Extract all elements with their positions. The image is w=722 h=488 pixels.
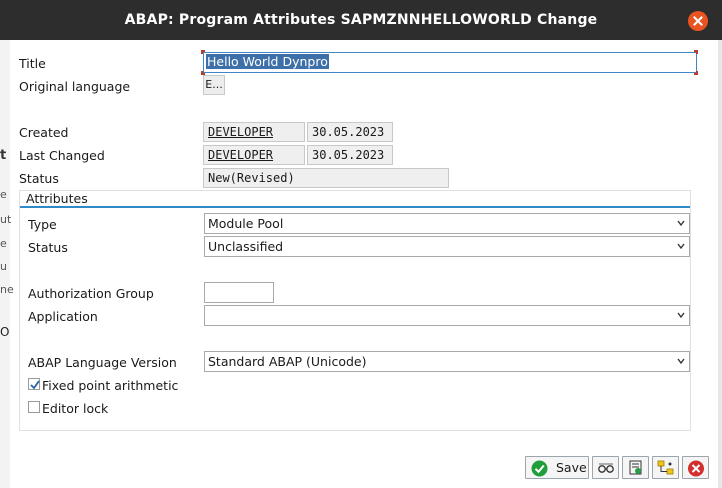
background-text-fragment: ut bbox=[0, 213, 12, 226]
abap-version-label: ABAP Language Version bbox=[28, 355, 177, 370]
created-date-field: 30.05.2023 bbox=[307, 122, 393, 142]
input-focus-corner bbox=[694, 71, 698, 75]
attributes-heading: Attributes bbox=[26, 191, 88, 206]
close-icon[interactable] bbox=[688, 11, 708, 31]
background-text-fragment: e bbox=[0, 237, 7, 250]
created-label: Created bbox=[19, 125, 69, 140]
window-titlebar: ABAP: Program Attributes SAPMZNNHELLOWOR… bbox=[0, 0, 722, 40]
cancel-button[interactable] bbox=[682, 456, 709, 479]
background-text-fragment: t bbox=[0, 148, 7, 163]
cancel-icon bbox=[688, 460, 704, 477]
title-label: Title bbox=[19, 56, 46, 71]
application-label: Application bbox=[28, 309, 98, 324]
status-field: New(Revised) bbox=[203, 168, 449, 188]
abap-version-dropdown-value: Standard ABAP (Unicode) bbox=[208, 354, 367, 369]
chevron-down-icon bbox=[677, 312, 685, 319]
program-status-label: Status bbox=[28, 240, 68, 255]
display-object-button[interactable] bbox=[622, 456, 649, 479]
object-tree-button[interactable] bbox=[652, 456, 679, 479]
type-dropdown[interactable]: Module Pool bbox=[204, 213, 690, 234]
background-text-fragment: O bbox=[0, 325, 10, 339]
application-dropdown[interactable] bbox=[204, 305, 690, 326]
editor-lock-label: Editor lock bbox=[42, 401, 109, 416]
abap-version-dropdown[interactable]: Standard ABAP (Unicode) bbox=[204, 351, 690, 372]
dialog-right-frame bbox=[718, 40, 722, 488]
background-text-fragment: ne bbox=[0, 283, 14, 296]
chevron-down-icon bbox=[677, 243, 685, 250]
glasses-icon bbox=[598, 463, 614, 473]
type-dropdown-value: Module Pool bbox=[208, 216, 284, 231]
last-changed-date-field: 30.05.2023 bbox=[307, 145, 393, 165]
save-button[interactable]: Save bbox=[525, 456, 589, 479]
fixed-point-label: Fixed point arithmetic bbox=[42, 378, 179, 393]
background-text-fragment: e bbox=[0, 188, 7, 201]
display-object-icon bbox=[629, 460, 642, 475]
program-status-dropdown[interactable]: Unclassified bbox=[204, 236, 690, 257]
original-language-field[interactable]: E... bbox=[203, 75, 225, 95]
fixed-point-checkbox[interactable] bbox=[28, 378, 40, 390]
status-label: Status bbox=[19, 171, 59, 186]
authorization-group-input[interactable] bbox=[204, 282, 274, 303]
object-tree-icon bbox=[657, 460, 674, 475]
last-changed-label: Last Changed bbox=[19, 148, 105, 163]
created-user-field[interactable]: DEVELOPER bbox=[203, 122, 305, 142]
input-focus-corner bbox=[201, 50, 205, 54]
last-changed-user-field[interactable]: DEVELOPER bbox=[203, 145, 305, 165]
original-language-label: Original language bbox=[19, 79, 131, 94]
input-focus-corner bbox=[694, 50, 698, 54]
chevron-down-icon bbox=[677, 358, 685, 365]
title-input[interactable]: Hello World Dynpro bbox=[203, 52, 697, 73]
title-input-value: Hello World Dynpro bbox=[206, 54, 329, 69]
editor-lock-checkbox[interactable] bbox=[28, 401, 40, 413]
type-label: Type bbox=[28, 217, 57, 232]
authorization-group-label: Authorization Group bbox=[28, 286, 154, 301]
save-button-label: Save bbox=[556, 460, 587, 475]
check-button[interactable] bbox=[592, 456, 619, 479]
window-title: ABAP: Program Attributes SAPMZNNHELLOWOR… bbox=[124, 12, 598, 28]
save-icon bbox=[531, 460, 548, 477]
attributes-group-header: Attributes bbox=[20, 190, 690, 208]
background-text-fragment: u bbox=[0, 260, 7, 273]
program-status-dropdown-value: Unclassified bbox=[208, 239, 284, 254]
checkmark-icon bbox=[30, 380, 40, 390]
chevron-down-icon bbox=[677, 220, 685, 227]
